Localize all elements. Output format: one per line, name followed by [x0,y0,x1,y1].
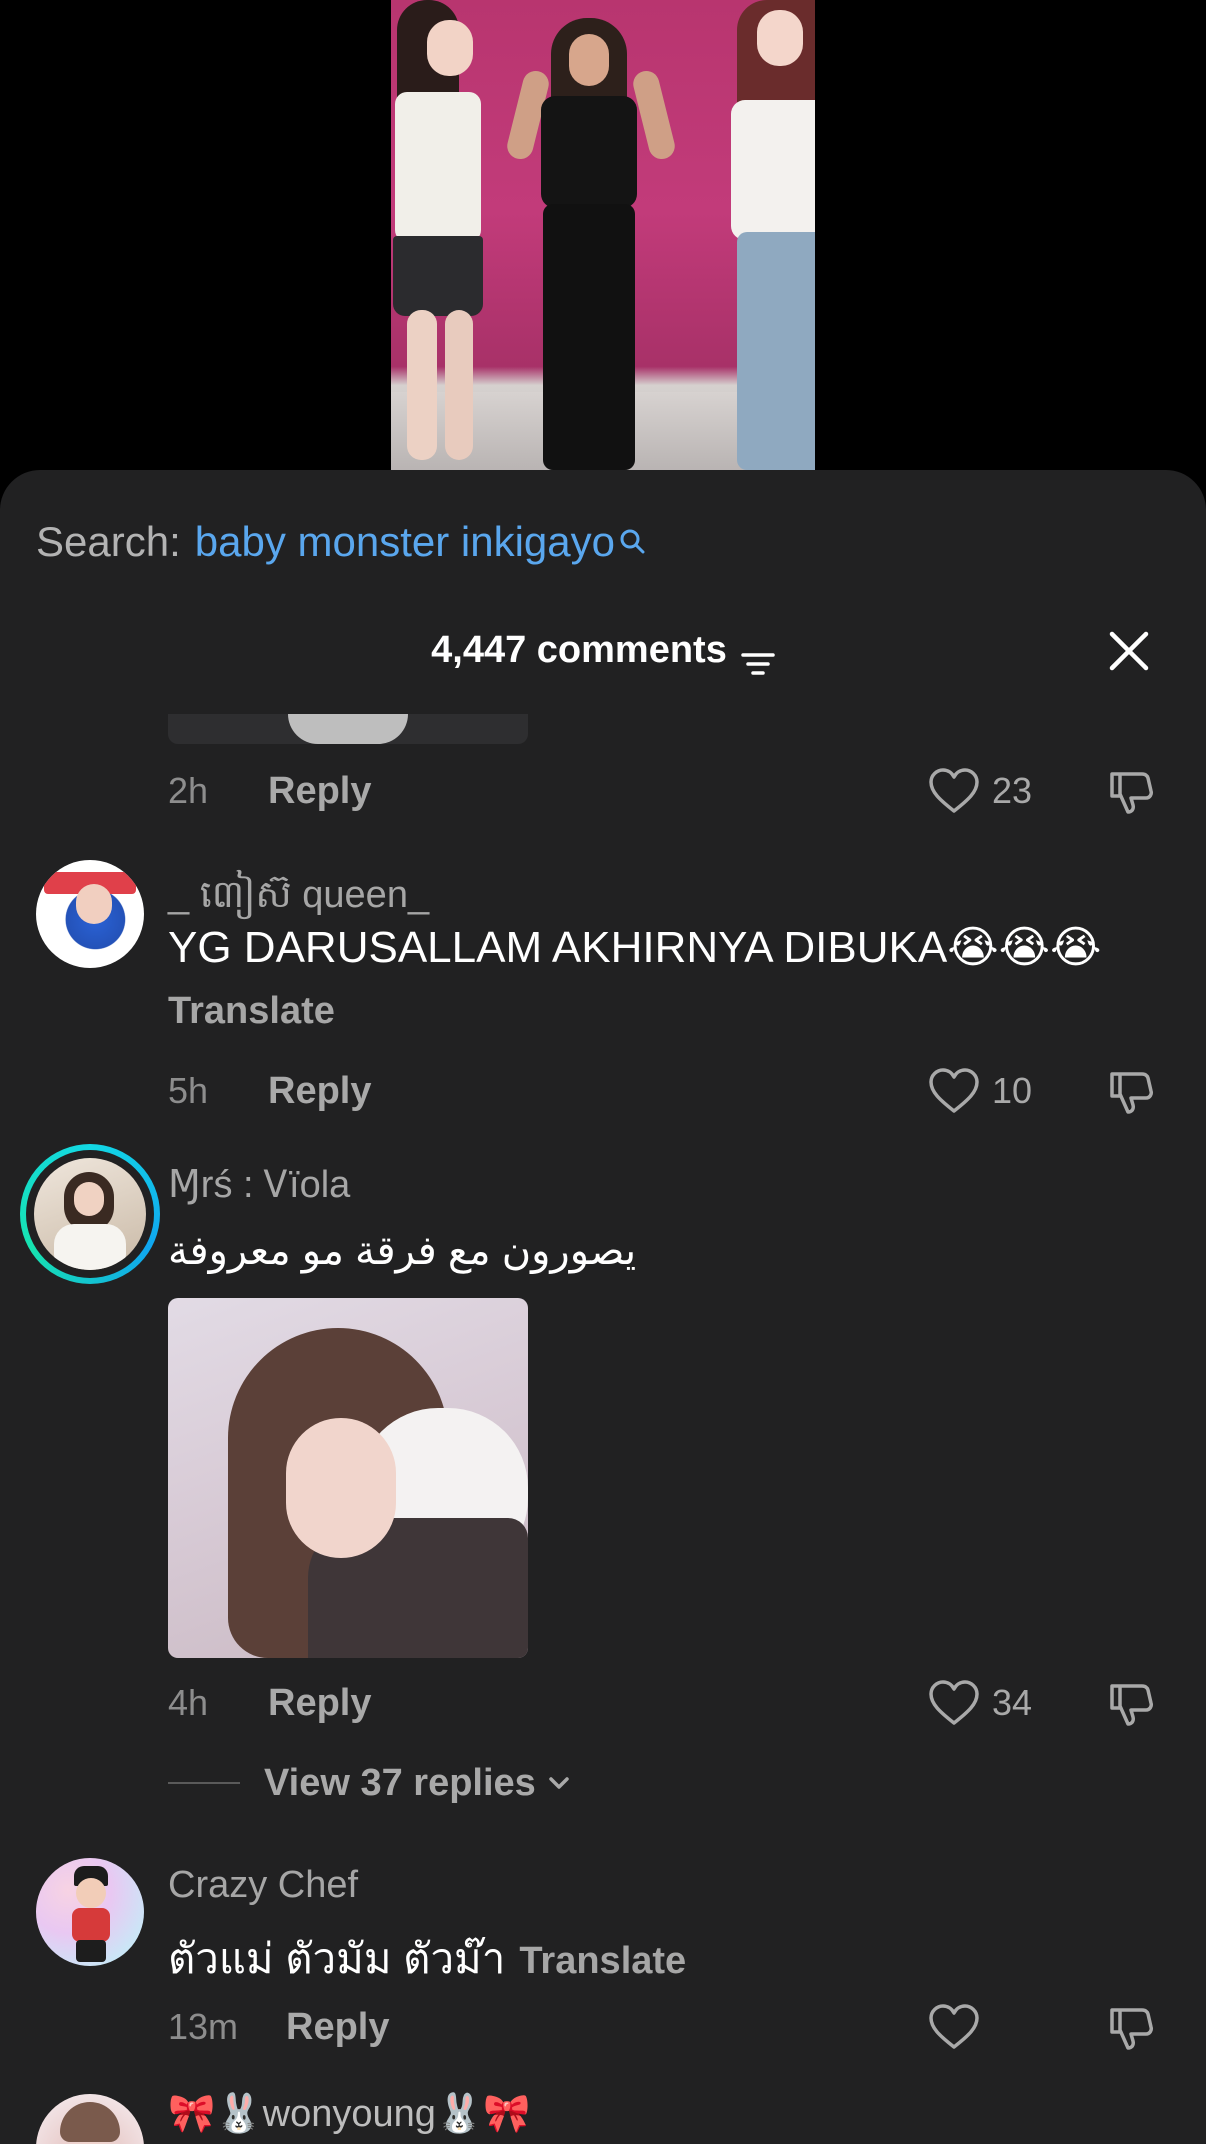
video-frame[interactable] [391,0,815,470]
comment-text-row: ตัวแม่ ตัวมัม ตัวม๊า Translate [168,1926,686,1992]
view-replies-label[interactable]: View 37 replies [264,1762,536,1805]
comment-count-wrap: 4,447 comments [0,620,1206,680]
like-button[interactable]: 10 [928,1064,1032,1118]
view-replies-button[interactable]: View 37 replies [168,1756,574,1810]
comment-time: 13m [168,2006,239,2047]
dislike-button[interactable] [1106,766,1158,818]
heart-outline-icon[interactable] [928,767,980,815]
comment-meta-row: 5h Reply 10 [168,1064,1168,1118]
comment-time: 2h [168,770,209,811]
avatar[interactable] [36,860,144,968]
comment-username[interactable]: _ ៣ៀស៊ queen_ [168,870,429,926]
comment-image-partial[interactable] [168,714,528,744]
dancer-right-face [757,10,803,66]
heart-outline-icon[interactable] [928,2003,980,2051]
like-count: 34 [992,1682,1033,1723]
dancer-middle-top [541,96,637,208]
reply-button[interactable]: Reply [268,1682,371,1725]
comment-meta-row: 2h Reply 23 [168,764,1168,818]
dancer-left-top [395,92,481,242]
dancer-middle-arm [630,68,678,162]
dancer-left-face [427,20,473,76]
thumbs-down-icon[interactable] [1106,766,1158,818]
dislike-button[interactable] [1106,1066,1158,1118]
avatar-face [76,884,112,924]
like-count: 23 [992,770,1033,811]
view-replies-divider [168,1782,240,1784]
heart-outline-icon[interactable] [928,1067,980,1115]
comment-text: YG DARUSALLAM AKHIRNYA DIBUKA😭😭😭 [168,923,1102,972]
dancer-middle-pants [543,204,635,470]
heart-outline-icon[interactable] [928,1679,980,1727]
avatar[interactable] [34,1158,146,1270]
comments-header: 4,447 comments [0,620,1206,680]
dancer-right-jeans [737,232,815,470]
comment-meta-row: 13m Reply [168,2000,1168,2054]
avatar-shirt [72,1908,110,1942]
avatar-hair [60,2102,120,2142]
dancer-left-leg [407,310,437,460]
avatar-pants [76,1940,106,1962]
avatar-face [74,1182,104,1216]
comment-username[interactable]: Crazy Chef [168,1864,358,1907]
avatar-story-ring[interactable] [20,1144,160,1284]
close-button[interactable] [1104,626,1154,676]
search-term-link[interactable]: baby monster inkigayo [195,518,615,566]
thumbs-down-icon[interactable] [1106,1678,1158,1730]
search-icon[interactable] [619,516,645,554]
dancer-middle-face [569,34,609,86]
avatar-ring-gap [26,1150,154,1278]
avatar[interactable] [36,1858,144,1966]
search-suggestion[interactable]: Search: baby monster inkigayo [36,512,645,572]
comment-username[interactable]: 🎀🐰wonyoung🐰🎀 [168,2092,531,2136]
filter-icon[interactable] [741,636,775,675]
comment-image[interactable] [168,1298,528,1658]
like-button[interactable]: 23 [928,764,1032,818]
avatar-body [54,1224,126,1270]
dancer-left-skirt [393,236,483,316]
thumbs-down-icon[interactable] [1106,1066,1158,1118]
dancer-left-leg [445,310,473,460]
comments-sheet: Search: baby monster inkigayo 4,447 comm… [0,470,1206,2144]
dislike-button[interactable] [1106,1678,1158,1730]
search-prefix: Search: [36,518,181,565]
like-count: 10 [992,1070,1033,1111]
like-button[interactable] [928,2000,992,2054]
comment-meta-row: 4h Reply 34 [168,1676,1168,1730]
close-icon[interactable] [1104,626,1154,676]
comment-count: 4,447 comments [431,629,727,671]
translate-button[interactable]: Translate [168,990,335,1033]
comment-time: 4h [168,1682,209,1723]
dislike-button[interactable] [1106,2002,1158,2054]
reply-button[interactable]: Reply [268,1070,371,1113]
like-button[interactable]: 34 [928,1676,1032,1730]
video-preview[interactable] [0,0,1206,470]
comment-text: يصورون مع فرقة مو معروفة [168,1229,637,1273]
chevron-down-icon[interactable] [544,1768,574,1798]
avatar-face [76,1878,106,1908]
comment-text: ตัวแม่ ตัวมัม ตัวม๊า [168,1935,506,1982]
image-face [286,1418,396,1558]
reply-button[interactable]: Reply [268,770,371,813]
comment-username[interactable]: Ɱrś : Ꮩïola [168,1162,350,1207]
translate-button[interactable]: Translate [519,1940,686,1983]
reply-button[interactable]: Reply [286,2006,389,2049]
comment-time: 5h [168,1070,209,1111]
avatar[interactable] [36,2094,144,2144]
dancer-right-top [731,100,815,240]
thumbs-down-icon[interactable] [1106,2002,1158,2054]
